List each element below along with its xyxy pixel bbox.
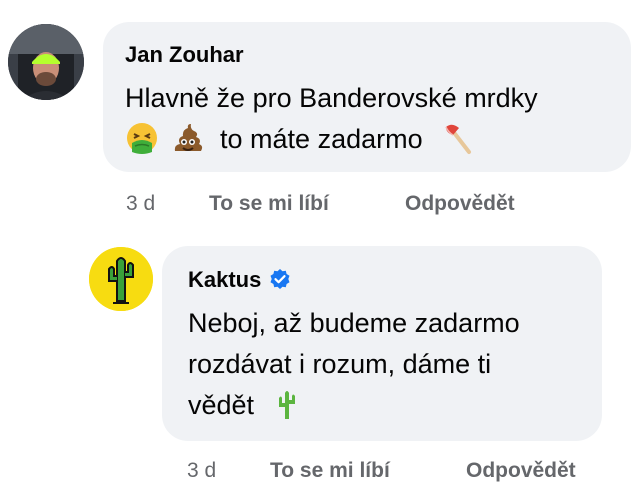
comment-timestamp[interactable]: 3 d bbox=[187, 459, 216, 483]
comment-text-inline: to máte zadarmo bbox=[220, 124, 423, 154]
like-button[interactable]: To se mi líbí bbox=[270, 459, 390, 483]
verified-badge-icon bbox=[270, 269, 290, 290]
comment-author: Kaktus bbox=[188, 267, 291, 293]
comment-text-line-emoji: to máte zadarmo bbox=[125, 119, 474, 160]
reply-bubble: Kaktus Neboj, až budeme zadarmo rozdávat… bbox=[162, 246, 602, 441]
comment-text-line: Hlavně že pro Banderovské mrdky bbox=[125, 83, 538, 113]
comment-text-inline: vědět bbox=[188, 390, 255, 420]
avatar-jan-zouhar[interactable] bbox=[8, 24, 84, 100]
pile-of-poo-emoji-icon bbox=[174, 123, 202, 151]
author-name[interactable]: Kaktus bbox=[188, 267, 261, 292]
reply-button[interactable]: Odpovědět bbox=[405, 192, 515, 216]
comment-bubble: Jan Zouhar Hlavně že pro Banderovské mrd… bbox=[103, 22, 631, 172]
nauseated-face-emoji-icon bbox=[127, 122, 157, 154]
cactus-emoji-icon bbox=[278, 390, 295, 419]
comment-text-line: Neboj, až budeme zadarmo bbox=[188, 308, 520, 338]
comment-text-line-emoji: vědět bbox=[188, 385, 304, 426]
avatar-kaktus[interactable] bbox=[89, 247, 153, 311]
axe-emoji-icon bbox=[445, 124, 472, 154]
cactus-logo-icon bbox=[89, 247, 153, 311]
like-button[interactable]: To se mi líbí bbox=[209, 192, 329, 216]
reply-button[interactable]: Odpovědět bbox=[466, 459, 576, 483]
comment-timestamp[interactable]: 3 d bbox=[126, 192, 155, 216]
person-photo-icon bbox=[8, 24, 84, 100]
comment-text-line: rozdávat i rozum, dáme ti bbox=[188, 349, 492, 379]
comment-author[interactable]: Jan Zouhar bbox=[125, 42, 244, 68]
comment-thread: Jan Zouhar Hlavně že pro Banderovské mrd… bbox=[0, 0, 640, 499]
